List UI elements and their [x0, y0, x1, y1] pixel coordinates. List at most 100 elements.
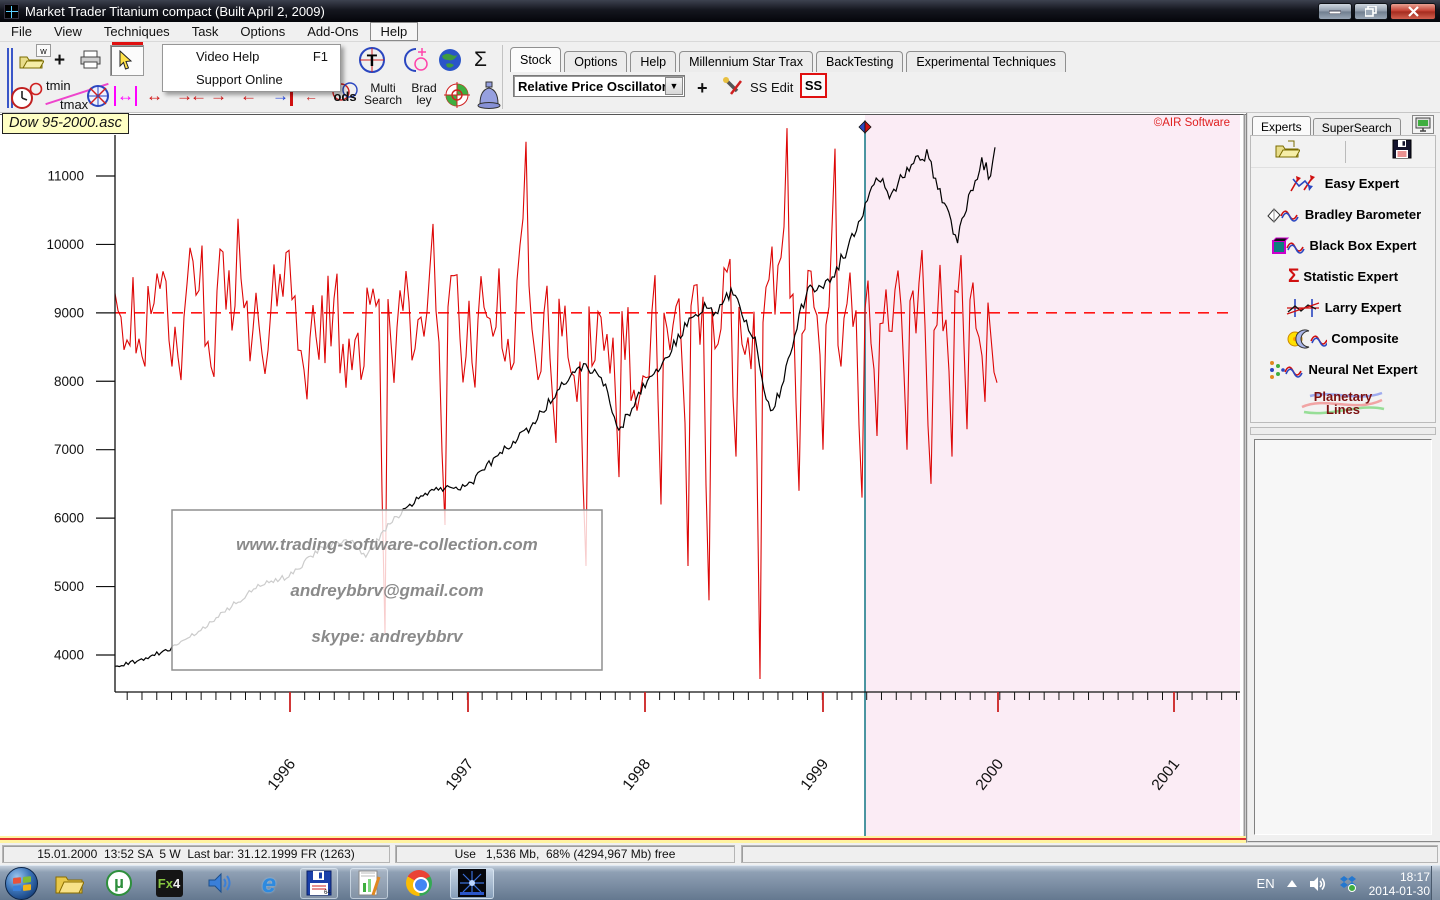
composite-icon — [1287, 328, 1327, 350]
svg-text:64: 64 — [324, 890, 331, 896]
svg-text:1998: 1998 — [620, 756, 655, 794]
expert-item-neural-net-expert[interactable]: Neural Net Expert — [1251, 354, 1435, 385]
menu-techniques[interactable]: Techniques — [93, 22, 181, 41]
expert-item-composite[interactable]: Composite — [1251, 323, 1435, 354]
tmax-label: tmax — [60, 97, 88, 112]
add-oscillator-icon[interactable]: + — [697, 78, 708, 99]
menu-help[interactable]: Help — [370, 22, 419, 41]
chrome-icon[interactable] — [400, 868, 438, 899]
svg-text:8000: 8000 — [54, 374, 84, 389]
pointer-tool-button[interactable] — [110, 45, 144, 76]
neural-net-expert-icon — [1268, 359, 1304, 381]
menu-add-ons[interactable]: Add-Ons — [296, 22, 369, 41]
menu-item-video-help[interactable]: Video Help F1 — [163, 45, 340, 68]
app-icon — [4, 4, 19, 19]
expert-item-planetary-lines[interactable]: Planetary Lines — [1251, 385, 1435, 421]
expert-item-statistic-expert[interactable]: Σ Statistic Expert — [1251, 261, 1435, 292]
market-trader-taskbar-icon[interactable] — [450, 868, 494, 899]
svg-text:skype: andreybbrv: skype: andreybbrv — [311, 627, 464, 646]
compass-globe-icon[interactable] — [86, 84, 110, 108]
monitor-icon[interactable] — [1412, 115, 1434, 134]
oscillator-select[interactable]: Relative Price Oscillator ▼ — [513, 75, 685, 97]
minimize-button[interactable] — [1318, 3, 1352, 20]
expand-arrow-icon[interactable]: ↔ — [146, 86, 163, 106]
menu-file[interactable]: File — [0, 22, 43, 41]
start-button[interactable] — [5, 867, 38, 900]
svg-text:9000: 9000 — [54, 305, 84, 320]
menu-view[interactable]: View — [43, 22, 93, 41]
system-tray: EN 18:17 2014-01-30 — [1257, 866, 1430, 900]
panel-separator — [1250, 427, 1436, 435]
tab-millennium-star-trax[interactable]: Millennium Star Trax — [679, 51, 813, 72]
expert-item-easy-expert[interactable]: Easy Expert — [1251, 168, 1435, 199]
expert-item-black-box-expert[interactable]: Black Box Expert — [1251, 230, 1435, 261]
close-button[interactable] — [1390, 3, 1436, 20]
toolbar-area: w + ? T Σ tmin tmax ↔ ↔ →← → ← → ← ods M… — [0, 42, 1440, 113]
show-desktop-button[interactable] — [1431, 866, 1440, 900]
menu-options[interactable]: Options — [229, 22, 296, 41]
status-memory-info: Use 1,536 Mb, 68% (4294,967 Mb) free — [395, 845, 735, 863]
expert-item-larry-expert[interactable]: Larry Expert — [1251, 292, 1435, 323]
help-dropdown-menu: Video Help F1 Support Online — [162, 44, 341, 92]
experts-panel: Experts SuperSearch Easy Expert Bradley … — [1246, 113, 1440, 843]
edit-tool-icon[interactable] — [722, 76, 744, 98]
expert-output-area — [1254, 439, 1432, 835]
ss-edit-label[interactable]: SS Edit — [750, 80, 793, 95]
price-oscillator-chart[interactable]: www.trading-software-collection.comandre… — [0, 113, 1246, 836]
dropbox-icon[interactable] — [1339, 875, 1357, 892]
ss-button[interactable]: SS — [800, 73, 827, 98]
combo-dropdown-arrow[interactable]: ▼ — [665, 77, 683, 95]
svg-text:7000: 7000 — [54, 442, 84, 457]
menu-item-support-online[interactable]: Support Online — [163, 68, 340, 91]
globe-icon[interactable] — [438, 48, 462, 72]
svg-text:T: T — [367, 51, 378, 70]
technique-tabs: Stock Options Help Millennium Star Trax … — [510, 46, 1069, 72]
print-icon[interactable] — [80, 50, 102, 69]
bradley-button[interactable]: Bradley — [406, 82, 442, 106]
fixed-span-arrow-icon[interactable]: ↔ — [114, 86, 137, 106]
utorrent-icon[interactable]: µ — [100, 868, 138, 899]
tab-experts[interactable]: Experts — [1252, 116, 1311, 137]
menu-task[interactable]: Task — [181, 22, 230, 41]
svg-text:4000: 4000 — [54, 648, 84, 663]
disk-app-icon[interactable]: 64 — [300, 868, 338, 899]
sigma-icon[interactable]: Σ — [474, 48, 487, 72]
active-tool-marker — [112, 42, 143, 45]
internet-explorer-icon[interactable]: e — [250, 868, 288, 899]
tab-experimental-techniques[interactable]: Experimental Techniques — [906, 51, 1065, 72]
language-indicator[interactable]: EN — [1257, 876, 1275, 891]
svg-text:1997: 1997 — [443, 756, 478, 794]
larry-expert-icon — [1285, 297, 1321, 319]
tab-options[interactable]: Options — [564, 51, 627, 72]
bell-icon[interactable] — [474, 80, 504, 110]
menu-bar: File View Techniques Task Options Add-On… — [0, 22, 1440, 42]
tab-backtesting[interactable]: BackTesting — [816, 51, 903, 72]
chart-editor-icon[interactable] — [350, 868, 388, 899]
tab-help[interactable]: Help — [630, 51, 676, 72]
add-icon[interactable]: + — [54, 50, 65, 72]
restore-button[interactable] — [1354, 3, 1388, 20]
svg-text:1996: 1996 — [265, 756, 300, 794]
clock-icon[interactable] — [10, 82, 44, 110]
astro-moon-icon[interactable] — [398, 46, 430, 74]
load-expert-icon[interactable] — [1274, 139, 1300, 164]
tab-stock[interactable]: Stock — [510, 47, 561, 72]
expert-item-bradley-barometer[interactable]: Bradley Barometer — [1251, 199, 1435, 230]
tmin-label: tmin — [46, 78, 71, 93]
windows-explorer-icon[interactable] — [50, 868, 88, 899]
w-badge-icon: w — [36, 44, 51, 57]
taskbar-clock[interactable]: 18:17 2014-01-30 — [1369, 870, 1430, 898]
volume-mixer-icon[interactable] — [200, 868, 238, 899]
chart-file-label[interactable]: Dow 95-2000.asc — [2, 113, 129, 134]
window-title: Market Trader Titanium compact (Built Ap… — [25, 4, 325, 19]
save-expert-icon[interactable] — [1392, 139, 1412, 164]
tray-volume-icon[interactable] — [1309, 876, 1327, 892]
fxl-icon[interactable]: Fx4 — [150, 868, 188, 899]
tray-expand-icon[interactable] — [1287, 880, 1297, 887]
svg-text:10000: 10000 — [46, 237, 84, 252]
multi-search-button[interactable]: MultiSearch — [360, 82, 406, 106]
status-date-info: 15.01.2000 13:52 SA 5 W Last bar: 31.12.… — [2, 845, 390, 863]
target-icon[interactable] — [444, 82, 470, 108]
time-cycle-icon[interactable]: T — [358, 46, 386, 74]
statistic-expert-icon: Σ — [1288, 266, 1299, 288]
